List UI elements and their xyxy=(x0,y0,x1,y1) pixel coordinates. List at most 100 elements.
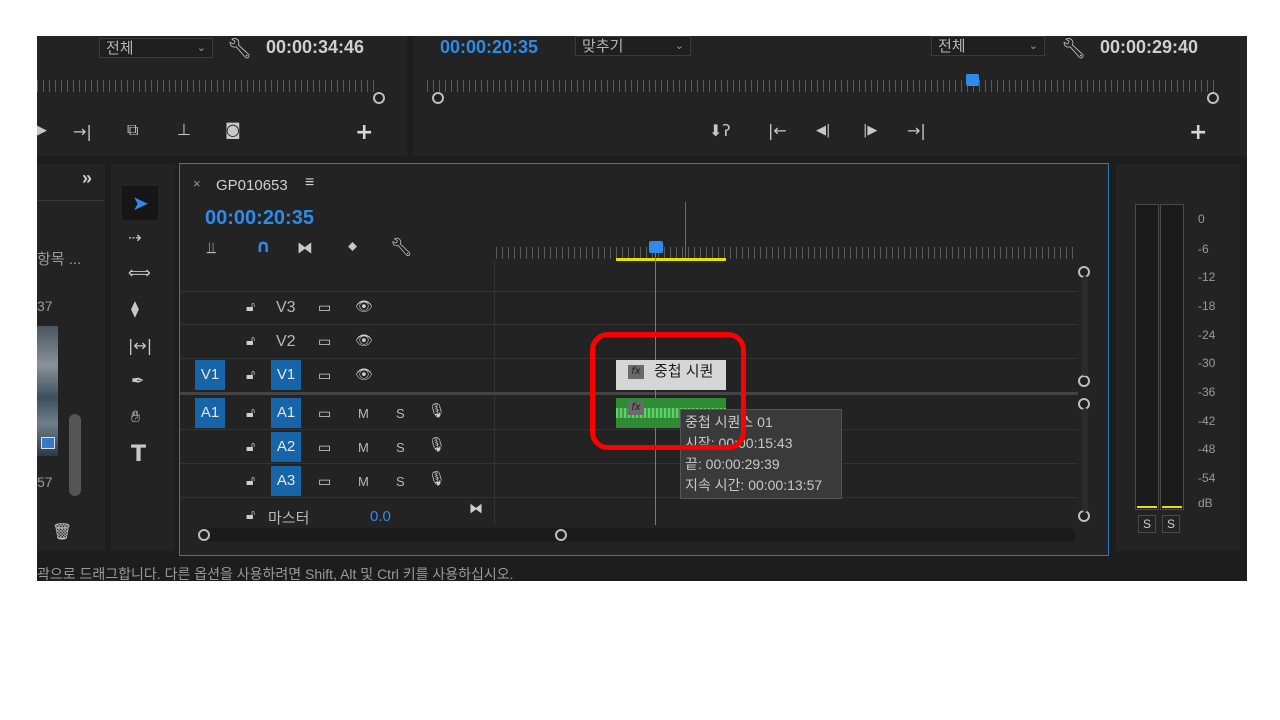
slip-icon[interactable]: |↔| xyxy=(128,338,152,354)
lock-icon[interactable]: 🔓︎ xyxy=(246,474,255,488)
source-zoom-handle[interactable] xyxy=(373,92,385,104)
insert-icon[interactable]: ⧉ xyxy=(127,122,138,138)
type-tool-icon[interactable]: T xyxy=(131,444,146,466)
lock-icon[interactable]: 🔓︎ xyxy=(246,508,255,522)
track-target-a3[interactable]: A3 xyxy=(271,466,301,496)
hand-icon[interactable]: ✋︎ xyxy=(131,409,140,425)
solo-button[interactable]: S xyxy=(396,406,405,421)
film-icon[interactable]: ▭ xyxy=(318,441,331,455)
master-volume-value[interactable]: 0.0 xyxy=(370,508,391,525)
film-icon[interactable]: ▭ xyxy=(318,475,331,489)
timeline-panel: × GP010653 ≡ 00:00:20:35 ⫫ ∩ ⧓ ⬥ 🔧︎ 🔓︎ V… xyxy=(179,163,1109,556)
timeline-timecode[interactable]: 00:00:20:35 xyxy=(205,207,314,230)
program-zoom-handle-right[interactable] xyxy=(1207,92,1219,104)
marker-icon[interactable]: ⬇︎ʔ xyxy=(709,123,731,139)
timeline-playhead-icon[interactable] xyxy=(649,241,663,253)
track-target-a1[interactable]: A1 xyxy=(271,398,301,428)
wrench-icon[interactable]: 🔧︎ xyxy=(1061,38,1086,58)
film-icon[interactable]: ▭ xyxy=(318,335,331,349)
audio-meter-panel: 0 -6 -12 -18 -24 -30 -36 -42 -48 -54 dB … xyxy=(1116,164,1240,551)
thumb-count-bottom: 57 xyxy=(37,474,53,490)
timeline-h-scroll-track[interactable] xyxy=(198,528,1076,542)
linked-selection-icon[interactable]: ⧓ xyxy=(297,240,313,256)
solo-button[interactable]: S xyxy=(396,474,405,489)
camera-icon[interactable]: ◙ xyxy=(225,122,241,138)
razor-icon[interactable]: ⧫ xyxy=(131,301,139,317)
timeline-settings-wrench-icon[interactable]: 🔧︎ xyxy=(390,239,413,257)
source-timecode[interactable]: 00:00:34:46 xyxy=(266,37,364,58)
selection-arrow-icon[interactable]: ➤ xyxy=(132,193,149,213)
meter-peak-right xyxy=(1162,506,1182,508)
program-time-ruler[interactable] xyxy=(427,80,1217,92)
timeline-v-scroll-track[interactable] xyxy=(1082,276,1088,376)
track-height-handle-v[interactable] xyxy=(1078,375,1090,387)
go-to-out-icon[interactable]: →| xyxy=(73,124,92,140)
sequence-tab-name[interactable]: GP010653 xyxy=(216,177,288,194)
timeline-h-scroll-left[interactable] xyxy=(198,529,210,541)
track-v3-label[interactable]: V3 xyxy=(276,299,296,317)
nest-icon[interactable]: ⫫ xyxy=(207,240,216,256)
meter-channel-left xyxy=(1135,204,1159,510)
microphone-icon[interactable]: 🎙︎ xyxy=(428,438,446,452)
play-icon[interactable]: ▶ xyxy=(37,124,47,137)
go-to-out-icon[interactable]: →| xyxy=(907,123,926,139)
add-button-icon[interactable]: + xyxy=(355,122,373,144)
sequence-close-icon[interactable]: × xyxy=(193,176,201,191)
mute-button[interactable]: M xyxy=(358,440,369,455)
film-icon[interactable]: ▭ xyxy=(318,407,331,421)
source-fit-select[interactable]: 전체 ⌄ xyxy=(99,38,213,58)
meter-solo-left-button[interactable]: S xyxy=(1138,515,1156,533)
film-icon[interactable]: ▭ xyxy=(318,301,331,315)
master-collapse-icon[interactable]: ⧓ xyxy=(469,502,483,516)
track-line-a2 xyxy=(180,463,1078,464)
mute-button[interactable]: M xyxy=(358,406,369,421)
add-marker-icon[interactable]: ⬥ xyxy=(348,240,357,253)
snap-magnet-icon[interactable]: ∩ xyxy=(256,238,271,256)
program-playhead-icon[interactable] xyxy=(966,74,979,86)
film-icon[interactable]: ▭ xyxy=(318,369,331,383)
source-time-ruler[interactable] xyxy=(37,80,377,92)
overwrite-icon[interactable]: ⊥ xyxy=(177,122,191,138)
microphone-icon[interactable]: 🎙︎ xyxy=(428,472,446,486)
lock-icon[interactable]: 🔓︎ xyxy=(246,300,255,314)
eye-icon[interactable]: 👁︎ xyxy=(355,300,373,314)
track-v2-label[interactable]: V2 xyxy=(276,333,296,351)
source-patch-a1[interactable]: A1 xyxy=(195,398,225,428)
meter-tick-54: -54 xyxy=(1198,471,1216,485)
wrench-icon[interactable]: 🔧︎ xyxy=(227,38,252,58)
source-patch-v1[interactable]: V1 xyxy=(195,360,225,390)
program-quality-select[interactable]: 전체 ⌄ xyxy=(931,36,1045,56)
track-target-a2[interactable]: A2 xyxy=(271,432,301,462)
solo-button[interactable]: S xyxy=(396,440,405,455)
panel-expand-icon[interactable]: » xyxy=(82,168,92,189)
timeline-ruler[interactable] xyxy=(496,247,1076,259)
program-fit-select[interactable]: 맞추기 ⌄ xyxy=(575,36,691,56)
project-scrollbar[interactable] xyxy=(69,414,81,496)
lock-icon[interactable]: 🔓︎ xyxy=(246,368,255,382)
program-timecode[interactable]: 00:00:20:35 xyxy=(440,37,538,58)
program-zoom-handle-left[interactable] xyxy=(432,92,444,104)
trash-icon[interactable]: 🗑︎ xyxy=(52,524,72,540)
program-monitor: 00:00:20:35 맞추기 ⌄ 전체 ⌄ 🔧︎ 00:00:29:40 ⬇︎… xyxy=(413,36,1247,156)
timeline-v-scroll-track-audio[interactable] xyxy=(1082,408,1088,512)
lock-icon[interactable]: 🔓︎ xyxy=(246,334,255,348)
eye-icon[interactable]: 👁︎ xyxy=(355,334,373,348)
meter-unit-db: dB xyxy=(1198,496,1213,510)
meter-solo-right-button[interactable]: S xyxy=(1162,515,1180,533)
microphone-icon[interactable]: 🎙︎ xyxy=(428,404,446,418)
step-forward-icon[interactable]: |▶ xyxy=(863,124,877,137)
step-back-icon[interactable]: ◀| xyxy=(816,124,830,137)
lock-icon[interactable]: 🔓︎ xyxy=(246,440,255,454)
lock-icon[interactable]: 🔓︎ xyxy=(246,406,255,420)
sequence-menu-icon[interactable]: ≡ xyxy=(305,174,314,192)
track-select-icon[interactable]: ⇢ xyxy=(128,230,141,246)
add-button-icon[interactable]: + xyxy=(1189,122,1207,144)
mute-button[interactable]: M xyxy=(358,474,369,489)
ripple-edit-icon[interactable]: ⟺ xyxy=(128,265,151,281)
track-target-v1[interactable]: V1 xyxy=(271,360,301,390)
work-area-bar[interactable] xyxy=(616,258,726,261)
pen-icon[interactable]: ✒︎ xyxy=(131,373,144,389)
go-to-in-icon[interactable]: |← xyxy=(768,123,787,139)
eye-icon[interactable]: 👁︎ xyxy=(355,368,373,382)
timeline-h-scroll-right[interactable] xyxy=(555,529,567,541)
